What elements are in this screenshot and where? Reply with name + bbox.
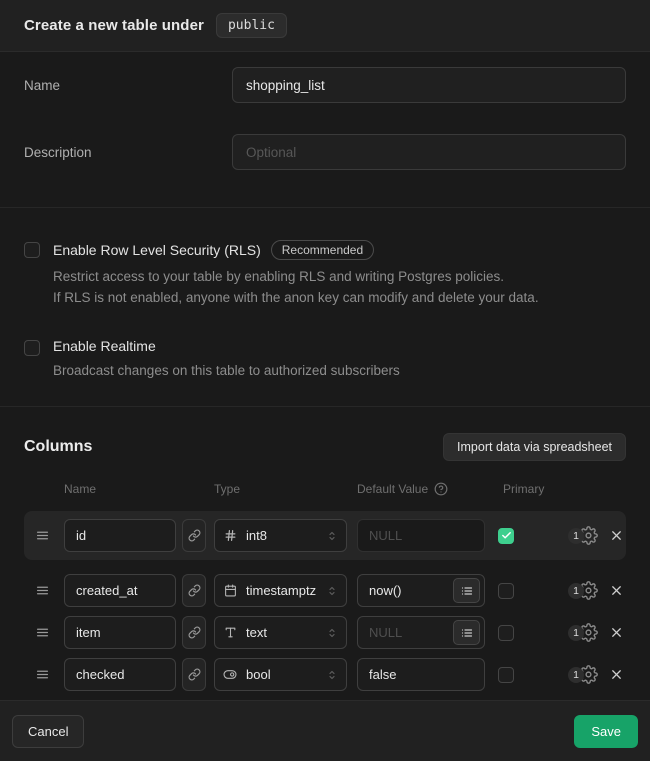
- save-button[interactable]: Save: [574, 715, 638, 748]
- drag-handle-icon[interactable]: [35, 626, 50, 639]
- description-row: Description: [24, 134, 626, 170]
- column-type-select[interactable]: bool: [214, 658, 347, 691]
- schema-badge: public: [216, 13, 287, 38]
- rls-label: Enable Row Level Security (RLS): [53, 242, 261, 258]
- description-label: Description: [24, 145, 232, 160]
- column-name-input[interactable]: [64, 616, 176, 649]
- close-icon: [609, 667, 624, 682]
- remove-column-button[interactable]: [609, 625, 624, 640]
- column-row-created-at: timestamptz 1: [0, 574, 650, 607]
- column-type-select[interactable]: int8: [214, 519, 347, 552]
- default-value-field: [357, 574, 485, 607]
- list-icon: [461, 627, 473, 639]
- drag-handle-icon[interactable]: [35, 584, 50, 597]
- default-value-input[interactable]: [358, 625, 453, 640]
- chevron-up-down-icon: [326, 626, 338, 640]
- list-icon: [461, 585, 473, 597]
- recommended-badge: Recommended: [271, 240, 374, 260]
- hash-icon: [223, 529, 237, 542]
- default-value-field: [357, 616, 485, 649]
- header-name: Name: [64, 482, 96, 496]
- cancel-button[interactable]: Cancel: [12, 715, 84, 748]
- column-row-checked: bool 1: [0, 658, 650, 691]
- import-spreadsheet-button[interactable]: Import data via spreadsheet: [443, 433, 626, 461]
- header-type: Type: [214, 482, 240, 496]
- chevron-up-down-icon: [326, 529, 338, 543]
- default-value-input[interactable]: [358, 583, 453, 598]
- default-value-input[interactable]: [358, 667, 480, 682]
- default-suggestions-button[interactable]: [453, 620, 480, 645]
- text-type-icon: [223, 626, 237, 639]
- column-type-select[interactable]: timestamptz: [214, 574, 347, 607]
- drag-handle-icon[interactable]: [35, 529, 50, 542]
- column-rows: int8 1: [0, 519, 650, 691]
- column-name-input[interactable]: [64, 658, 176, 691]
- columns-section: Columns Import data via spreadsheet Name…: [0, 407, 650, 700]
- link-icon: [188, 626, 201, 639]
- foreign-key-link-button[interactable]: [182, 574, 206, 607]
- column-name-input[interactable]: [64, 574, 176, 607]
- check-icon: [501, 530, 512, 541]
- header-primary: Primary: [503, 482, 544, 496]
- chevron-up-down-icon: [326, 584, 338, 598]
- create-table-panel: Create a new table under public Name Des…: [0, 0, 650, 761]
- link-icon: [188, 584, 201, 597]
- panel-footer: Cancel Save: [0, 700, 650, 761]
- link-icon: [188, 529, 201, 542]
- remove-column-button[interactable]: [609, 667, 624, 682]
- columns-grid-headers: Name Type Default Value Primary: [0, 482, 650, 497]
- foreign-key-link-button[interactable]: [182, 616, 206, 649]
- rls-option: Enable Row Level Security (RLS) Recommen…: [24, 240, 626, 308]
- header-default-value: Default Value: [357, 482, 448, 496]
- column-row-item: text 1: [0, 616, 650, 649]
- column-type-select[interactable]: text: [214, 616, 347, 649]
- settings-count-badge: 1: [568, 625, 584, 641]
- column-row-id: int8 1: [0, 519, 650, 552]
- default-value-field: [357, 658, 485, 691]
- panel-header: Create a new table under public: [0, 0, 650, 52]
- rls-description: Restrict access to your table by enablin…: [53, 266, 539, 308]
- settings-count-badge: 1: [568, 583, 584, 599]
- columns-title: Columns: [24, 438, 92, 456]
- foreign-key-link-button[interactable]: [182, 658, 206, 691]
- realtime-option: Enable Realtime Broadcast changes on thi…: [24, 338, 626, 381]
- link-icon: [188, 668, 201, 681]
- realtime-description: Broadcast changes on this table to autho…: [53, 360, 400, 381]
- close-icon: [609, 625, 624, 640]
- remove-column-button[interactable]: [609, 583, 624, 598]
- realtime-checkbox[interactable]: [24, 340, 40, 356]
- help-circle-icon[interactable]: [434, 482, 448, 496]
- close-icon: [609, 583, 624, 598]
- calendar-icon: [223, 584, 237, 597]
- settings-count-badge: 1: [568, 667, 584, 683]
- table-description-input[interactable]: [232, 134, 626, 170]
- settings-count-badge: 1: [568, 528, 584, 544]
- column-name-input[interactable]: [64, 519, 176, 552]
- name-row: Name: [24, 67, 626, 103]
- primary-checkbox[interactable]: [498, 667, 514, 683]
- options-section: Enable Row Level Security (RLS) Recommen…: [0, 208, 650, 407]
- table-name-input[interactable]: [232, 67, 626, 103]
- close-icon: [609, 528, 624, 543]
- realtime-label: Enable Realtime: [53, 338, 156, 354]
- basic-info-section: Name Description: [0, 52, 650, 208]
- default-value-field: [357, 519, 485, 552]
- remove-column-button[interactable]: [609, 528, 624, 543]
- primary-checkbox[interactable]: [498, 625, 514, 641]
- default-suggestions-button[interactable]: [453, 578, 480, 603]
- foreign-key-link-button[interactable]: [182, 519, 206, 552]
- panel-title: Create a new table under: [24, 17, 204, 34]
- default-value-input: [358, 528, 480, 543]
- chevron-up-down-icon: [326, 668, 338, 682]
- rls-checkbox[interactable]: [24, 242, 40, 258]
- drag-handle-icon[interactable]: [35, 668, 50, 681]
- primary-checkbox[interactable]: [498, 583, 514, 599]
- name-label: Name: [24, 78, 232, 93]
- toggle-icon: [223, 668, 237, 681]
- primary-checkbox[interactable]: [498, 528, 514, 544]
